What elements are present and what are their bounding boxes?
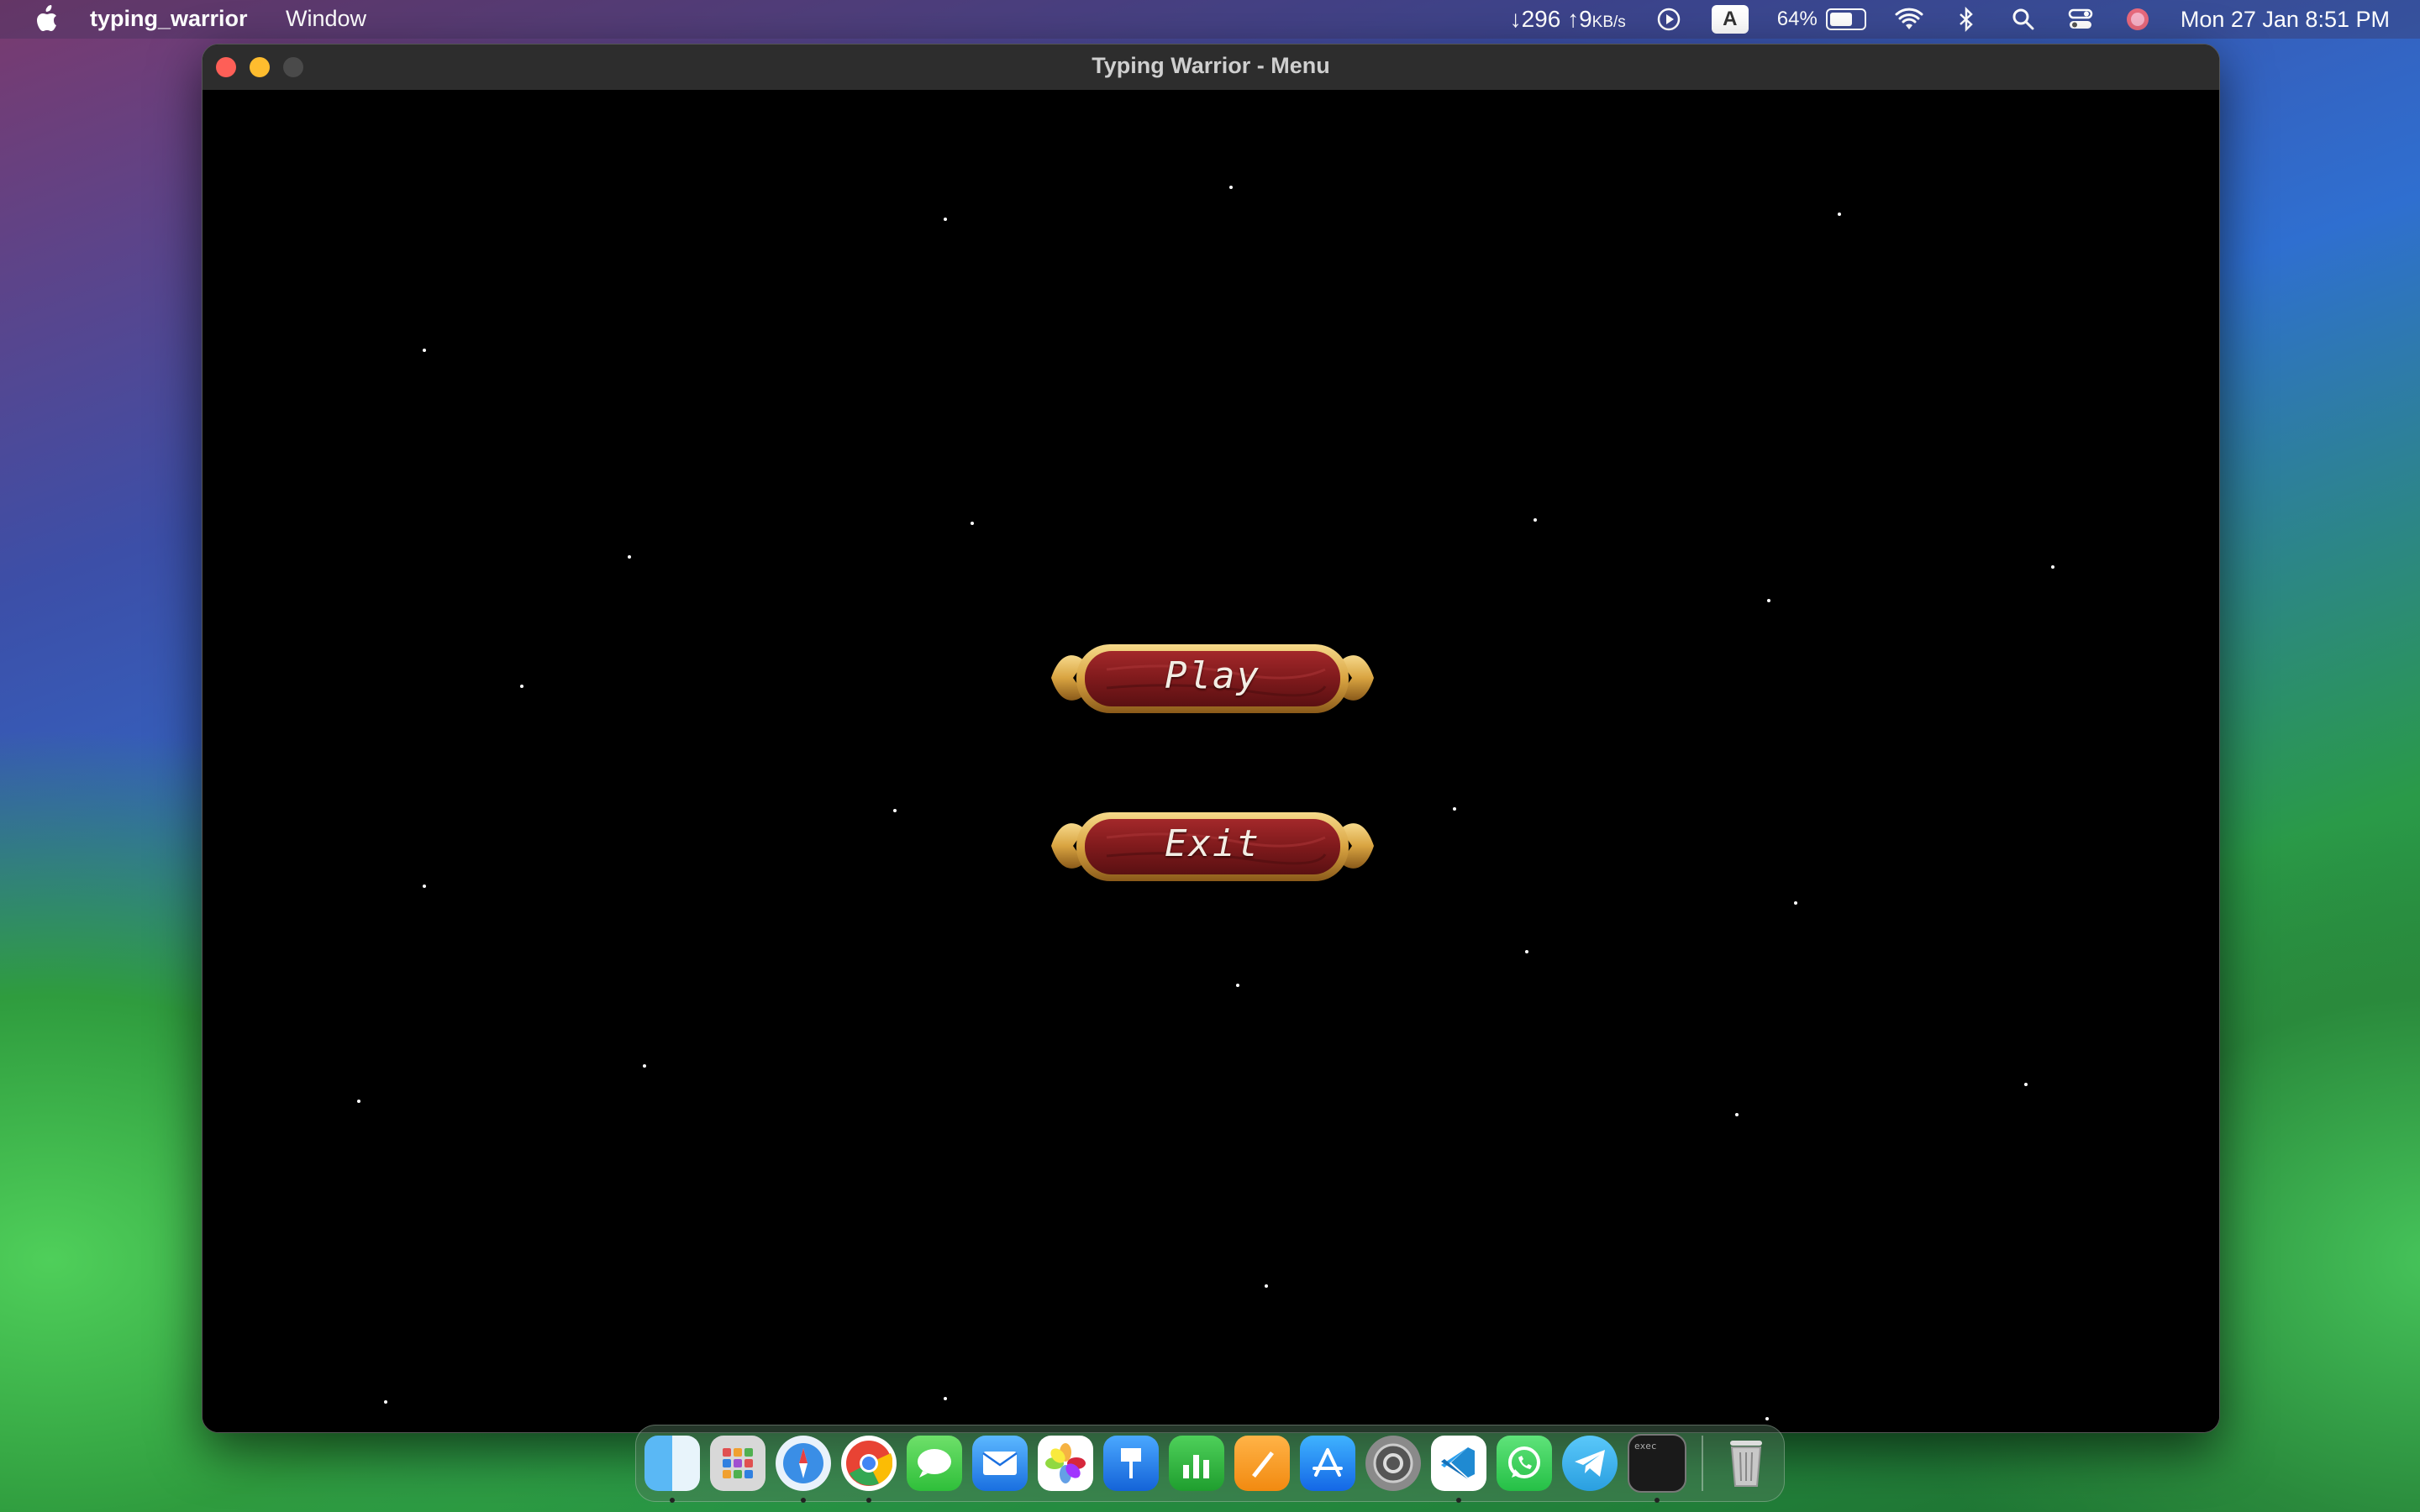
star [1838,213,1841,216]
star [944,1397,947,1400]
game-window: Typing Warrior - Menu Play Exit [202,44,2220,1433]
terminal-icon[interactable]: exec [1628,1434,1686,1503]
play-circle-icon[interactable] [1655,5,1683,34]
menu-bar: typing_warrior Window ↓296 ↑9KB/s A 64% … [0,0,2420,39]
star [893,809,897,812]
star [1765,1417,1769,1420]
star [1767,599,1770,602]
chrome-icon[interactable] [841,1436,897,1503]
input-source-icon[interactable]: A [1711,5,1749,34]
telegram-icon[interactable] [1562,1436,1618,1491]
star [423,885,426,888]
star [1229,186,1233,189]
launchpad-icon[interactable] [710,1436,765,1491]
wifi-icon[interactable] [1895,5,1923,34]
system-settings-icon[interactable] [1365,1436,1421,1491]
dock-separator [1702,1436,1703,1491]
keynote-icon[interactable] [1103,1436,1159,1491]
running-indicator [866,1498,871,1503]
pages-icon[interactable] [1234,1436,1290,1491]
siri-icon[interactable] [2123,5,2152,34]
star [1265,1284,1268,1288]
star [1525,950,1528,953]
whatsapp-icon[interactable] [1497,1436,1552,1491]
apple-menu-icon[interactable] [34,5,59,34]
app-store-icon[interactable] [1300,1436,1355,1491]
star [520,685,523,688]
numbers-icon[interactable] [1169,1436,1224,1491]
dock: exec [635,1425,1785,1503]
running-indicator [1456,1498,1461,1503]
running-indicator [1655,1498,1660,1503]
star [643,1064,646,1068]
star [1735,1113,1739,1116]
game-canvas[interactable]: Play Exit [203,90,2219,1432]
vscode-icon[interactable] [1431,1436,1486,1503]
window-titlebar[interactable]: Typing Warrior - Menu [203,45,2219,91]
trash-icon[interactable] [1718,1436,1774,1491]
star [357,1100,360,1103]
search-icon[interactable] [2009,5,2038,34]
star [1453,807,1456,811]
menu-clock[interactable]: Mon 27 Jan 8:51 PM [2181,7,2390,33]
app-menu-name[interactable]: typing_warrior [90,6,248,32]
safari-icon[interactable] [776,1436,831,1503]
exit-button[interactable]: Exit [1048,804,1377,888]
star [423,349,426,352]
window-menu[interactable]: Window [286,6,366,32]
star [1794,901,1797,905]
star [2051,565,2054,569]
running-indicator [801,1498,806,1503]
terminal-icon-label: exec [1634,1441,1657,1452]
messages-icon[interactable] [907,1436,962,1491]
battery-status[interactable]: 64% [1777,8,1866,31]
star [1236,984,1239,987]
star [944,218,947,221]
star [384,1400,387,1404]
bluetooth-icon[interactable] [1952,5,1981,34]
mail-icon[interactable] [972,1436,1028,1491]
network-speed[interactable]: ↓296 ↑9KB/s [1510,6,1626,33]
finder-icon[interactable] [644,1436,700,1503]
star [971,522,974,525]
star [1534,518,1537,522]
control-center-icon[interactable] [2066,5,2095,34]
photos-icon[interactable] [1038,1436,1093,1491]
star [2024,1083,2028,1086]
window-title: Typing Warrior - Menu [1092,53,1330,78]
play-button-label: Play [1165,654,1260,697]
battery-icon [1825,8,1866,30]
exit-button-label: Exit [1165,822,1260,865]
running-indicator [670,1498,675,1503]
play-button[interactable]: Play [1048,636,1377,720]
star [628,555,631,559]
